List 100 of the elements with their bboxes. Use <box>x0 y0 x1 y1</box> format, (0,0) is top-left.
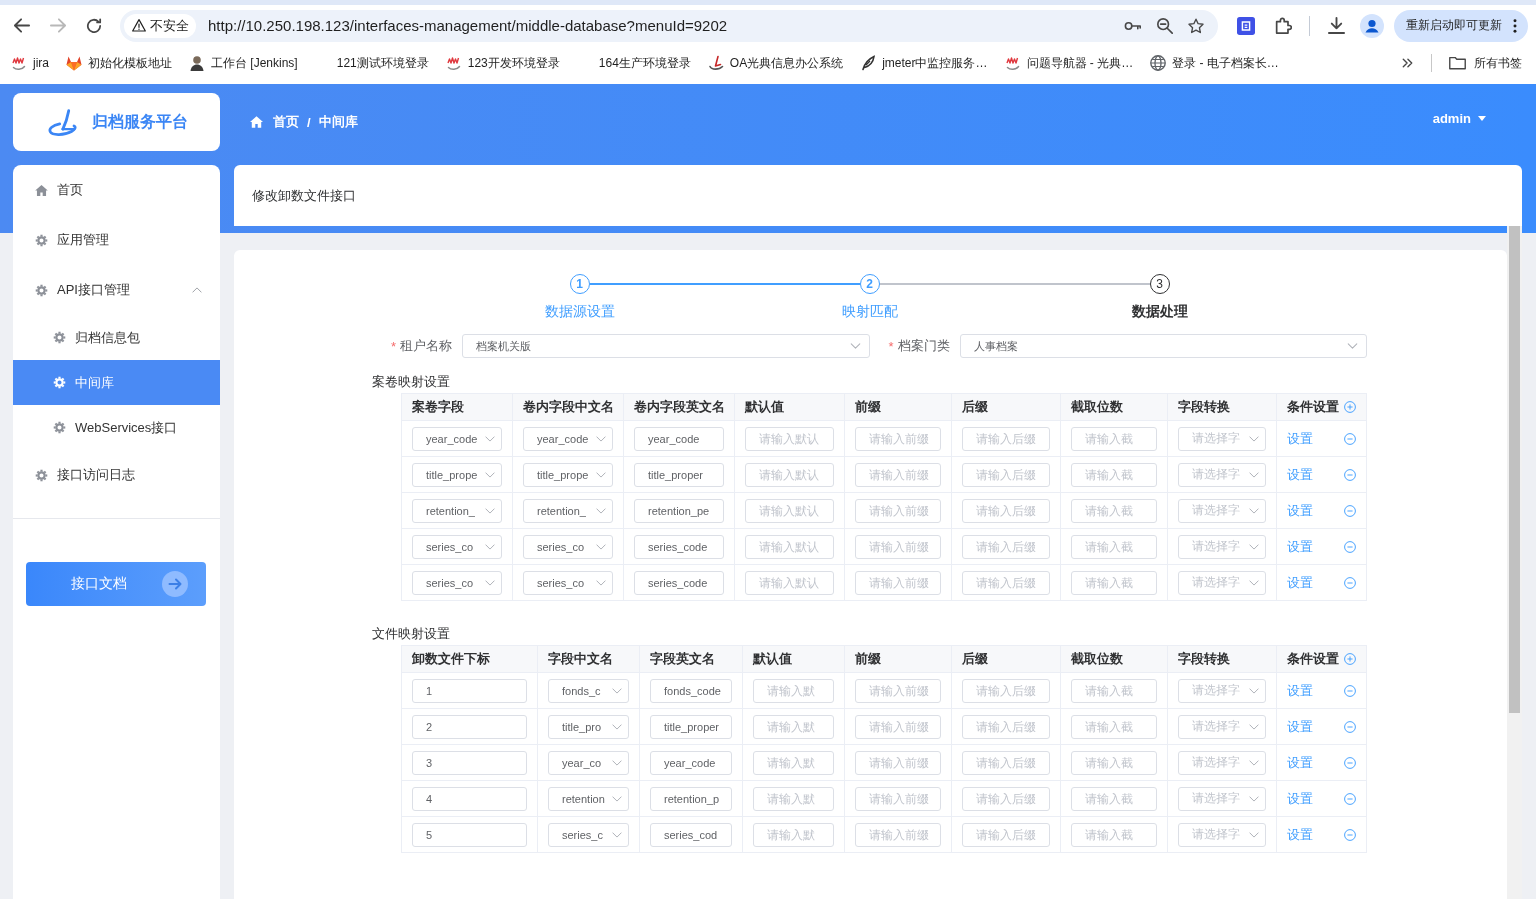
input-field[interactable]: 请输入默 <box>753 822 834 847</box>
select-field[interactable]: series_co <box>412 534 502 559</box>
input-field[interactable]: retention_pe <box>634 498 724 523</box>
input-field[interactable]: 请输入默认 <box>745 426 834 451</box>
arrow-left-icon[interactable] <box>14 18 30 33</box>
input-field[interactable]: 请输入前缀 <box>855 822 941 847</box>
app-tile-icon[interactable] <box>1237 16 1255 35</box>
zoom-out-icon[interactable] <box>1157 17 1173 34</box>
menu-item[interactable]: WebServices接口 <box>13 405 220 450</box>
bookmark-link[interactable]: OA光典信息办公系统 <box>707 54 844 72</box>
minus-circle-icon[interactable] <box>1344 540 1356 553</box>
address-bar[interactable]: 不安全 http://10.250.198.123/interfaces-management/middle-database?menuId=9202 <box>120 9 1218 42</box>
minus-circle-icon[interactable] <box>1344 504 1356 517</box>
select-field[interactable]: retention_ <box>523 498 613 523</box>
bookmark-link[interactable]: jmeter中监控服务… <box>860 54 988 72</box>
select-field[interactable]: 档案机关版 <box>462 334 870 358</box>
input-field[interactable]: series_code <box>634 570 724 595</box>
menu-item[interactable]: 首页 <box>13 165 220 215</box>
input-field[interactable]: 请输入前缀 <box>855 498 941 523</box>
download-icon[interactable] <box>1328 17 1345 34</box>
input-field[interactable]: title_proper <box>634 462 724 487</box>
bookmark-link[interactable]: 登录 - 电子档案长… <box>1150 54 1279 72</box>
select-field[interactable]: year_co <box>548 750 629 775</box>
input-field[interactable]: 请输入截 <box>1071 750 1157 775</box>
minus-circle-icon[interactable] <box>1344 468 1356 481</box>
select-field[interactable]: series_co <box>412 570 502 595</box>
security-indicator[interactable]: 不安全 <box>124 13 196 38</box>
input-field[interactable]: year_code <box>634 426 724 451</box>
input-field[interactable]: 请输入前缀 <box>855 534 941 559</box>
star-icon[interactable] <box>1188 17 1204 34</box>
select-field[interactable]: retention <box>548 786 629 811</box>
input-field[interactable]: title_proper <box>650 714 732 739</box>
input-field[interactable]: 请输入前缀 <box>855 678 941 703</box>
scrollbar-thumb[interactable] <box>1509 226 1520 713</box>
input-field[interactable]: series_cod <box>650 822 732 847</box>
bookmark-link[interactable]: 164生产环境登录 <box>598 54 691 72</box>
input-field[interactable]: 请输入前缀 <box>855 462 941 487</box>
breadcrumb-link[interactable]: 首页 <box>273 113 299 131</box>
minus-circle-icon[interactable] <box>1344 432 1356 445</box>
input-field[interactable]: 请输入默 <box>753 678 834 703</box>
bookmark-link[interactable]: 121测试环境登录 <box>336 54 429 72</box>
minus-circle-icon[interactable] <box>1344 756 1356 769</box>
all-bookmarks-link[interactable]: 所有书签 <box>1449 54 1522 72</box>
input-field[interactable]: 请输入默 <box>753 750 834 775</box>
input-field[interactable]: 请输入前缀 <box>855 786 941 811</box>
input-field[interactable]: 请输入截 <box>1071 426 1157 451</box>
update-button[interactable]: 重新启动即可更新 <box>1394 9 1528 42</box>
input-field[interactable]: 请输入截 <box>1071 678 1157 703</box>
select-field[interactable]: 人事档案 <box>959 334 1367 358</box>
select-field[interactable]: retention_ <box>412 498 502 523</box>
select-field[interactable]: fonds_c <box>548 678 629 703</box>
minus-circle-icon[interactable] <box>1344 828 1356 841</box>
select-field[interactable]: series_c <box>548 822 629 847</box>
input-field[interactable]: 请输入默认 <box>745 534 834 559</box>
menu-item[interactable]: 接口访问日志 <box>13 450 220 500</box>
avatar-icon[interactable] <box>1360 13 1384 38</box>
bookmark-link[interactable]: 123开发环境登录 <box>445 54 560 72</box>
menu-item[interactable]: 应用管理 <box>13 215 220 265</box>
select-field[interactable]: title_pro <box>548 714 629 739</box>
select-field[interactable]: year_code <box>412 426 502 451</box>
input-field[interactable]: 请输入截 <box>1071 462 1157 487</box>
minus-circle-icon[interactable] <box>1344 684 1356 697</box>
input-field[interactable]: 请输入前缀 <box>855 570 941 595</box>
input-field[interactable]: 请输入截 <box>1071 822 1157 847</box>
minus-circle-icon[interactable] <box>1344 720 1356 733</box>
bookmark-link[interactable]: 问题导航器 - 光典… <box>1004 54 1134 72</box>
menu-item[interactable]: API接口管理 <box>13 265 220 315</box>
bookmark-link[interactable]: jira <box>11 55 49 71</box>
reload-icon[interactable] <box>86 18 102 33</box>
input-field[interactable]: 1 <box>412 678 527 703</box>
input-field[interactable]: 请输入截 <box>1071 570 1157 595</box>
input-field[interactable]: 请输入截 <box>1071 498 1157 523</box>
double-chevron-icon[interactable] <box>1402 58 1413 68</box>
input-field[interactable]: 请输入前缀 <box>855 714 941 739</box>
input-field[interactable]: 请输入默 <box>753 786 834 811</box>
input-field[interactable]: retention_p <box>650 786 732 811</box>
input-field[interactable]: series_code <box>634 534 724 559</box>
puzzle-icon[interactable] <box>1275 17 1292 34</box>
input-field[interactable]: year_code <box>650 750 732 775</box>
input-field[interactable]: 请输入默认 <box>745 570 834 595</box>
menu-item[interactable]: 归档信息包 <box>13 315 220 360</box>
input-field[interactable]: 请输入前缀 <box>855 750 941 775</box>
select-field[interactable]: title_prope <box>412 462 502 487</box>
input-field[interactable]: 请输入默认 <box>745 498 834 523</box>
input-field[interactable]: 请输入默认 <box>745 462 834 487</box>
minus-circle-icon[interactable] <box>1344 576 1356 589</box>
input-field[interactable]: 请输入前缀 <box>855 426 941 451</box>
menu-item[interactable]: 中间库 <box>13 360 220 405</box>
select-field[interactable]: series_co <box>523 570 613 595</box>
plus-circle-icon[interactable] <box>1344 401 1356 413</box>
input-field[interactable]: 5 <box>412 822 527 847</box>
input-field[interactable]: 请输入默 <box>753 714 834 739</box>
input-field[interactable]: 请输入截 <box>1071 786 1157 811</box>
minus-circle-icon[interactable] <box>1344 792 1356 805</box>
select-field[interactable]: year_code <box>523 426 613 451</box>
input-field[interactable]: 3 <box>412 750 527 775</box>
input-field[interactable]: fonds_code <box>650 678 732 703</box>
input-field[interactable]: 请输入截 <box>1071 714 1157 739</box>
key-icon[interactable] <box>1124 21 1142 30</box>
input-field[interactable]: 请输入截 <box>1071 534 1157 559</box>
